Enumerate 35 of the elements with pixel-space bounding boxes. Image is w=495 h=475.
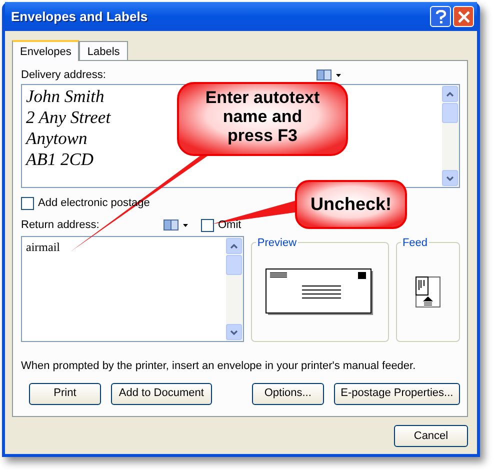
instruction-text: When prompted by the printer, insert an envelope in your printer's manual feeder. (21, 359, 417, 374)
caret-up-icon (230, 244, 238, 248)
help-icon (434, 10, 446, 24)
caret-down-icon (446, 176, 454, 180)
cancel-button[interactable]: Cancel (394, 425, 468, 447)
callout-text: Enter autotext name and press F3 (204, 88, 321, 146)
callout-text: Uncheck! (309, 194, 393, 214)
dialog-button[interactable]: E-postage Properties... (334, 382, 460, 404)
dialog-button[interactable]: Options... (252, 382, 324, 404)
scrollbar-thumb[interactable] (226, 255, 242, 275)
caret-up-icon (446, 92, 454, 96)
checkbox[interactable] (201, 218, 214, 232)
scroll-up-button[interactable] (442, 86, 458, 102)
checkbox[interactable] (21, 196, 34, 210)
address-book-icon[interactable] (316, 69, 342, 81)
dialog-button[interactable]: Add to Document (110, 382, 212, 404)
close-icon (458, 10, 470, 22)
dialog-button[interactable]: Print (29, 382, 101, 404)
address-book-icon[interactable] (163, 219, 189, 231)
scrollbar-thumb[interactable] (442, 103, 458, 123)
return-address-field[interactable]: airmail (21, 236, 244, 342)
help-button[interactable] (430, 6, 451, 27)
scroll-up-button[interactable] (226, 238, 242, 254)
feed-icon[interactable] (415, 276, 442, 308)
tab[interactable]: Labels (79, 41, 128, 60)
tab[interactable]: Envelopes (12, 40, 80, 61)
checkbox-label: Omit (218, 218, 242, 233)
envelope-preview-icon[interactable] (265, 268, 376, 316)
close-button[interactable] (453, 6, 474, 27)
scroll-down-button[interactable] (226, 324, 242, 340)
delivery-address-label: Delivery address: (21, 68, 106, 83)
scroll-down-button[interactable] (442, 170, 458, 186)
caret-down-icon (230, 330, 238, 334)
return-address-label: Return address: (21, 218, 100, 233)
window-title: Envelopes and Labels (11, 8, 149, 26)
